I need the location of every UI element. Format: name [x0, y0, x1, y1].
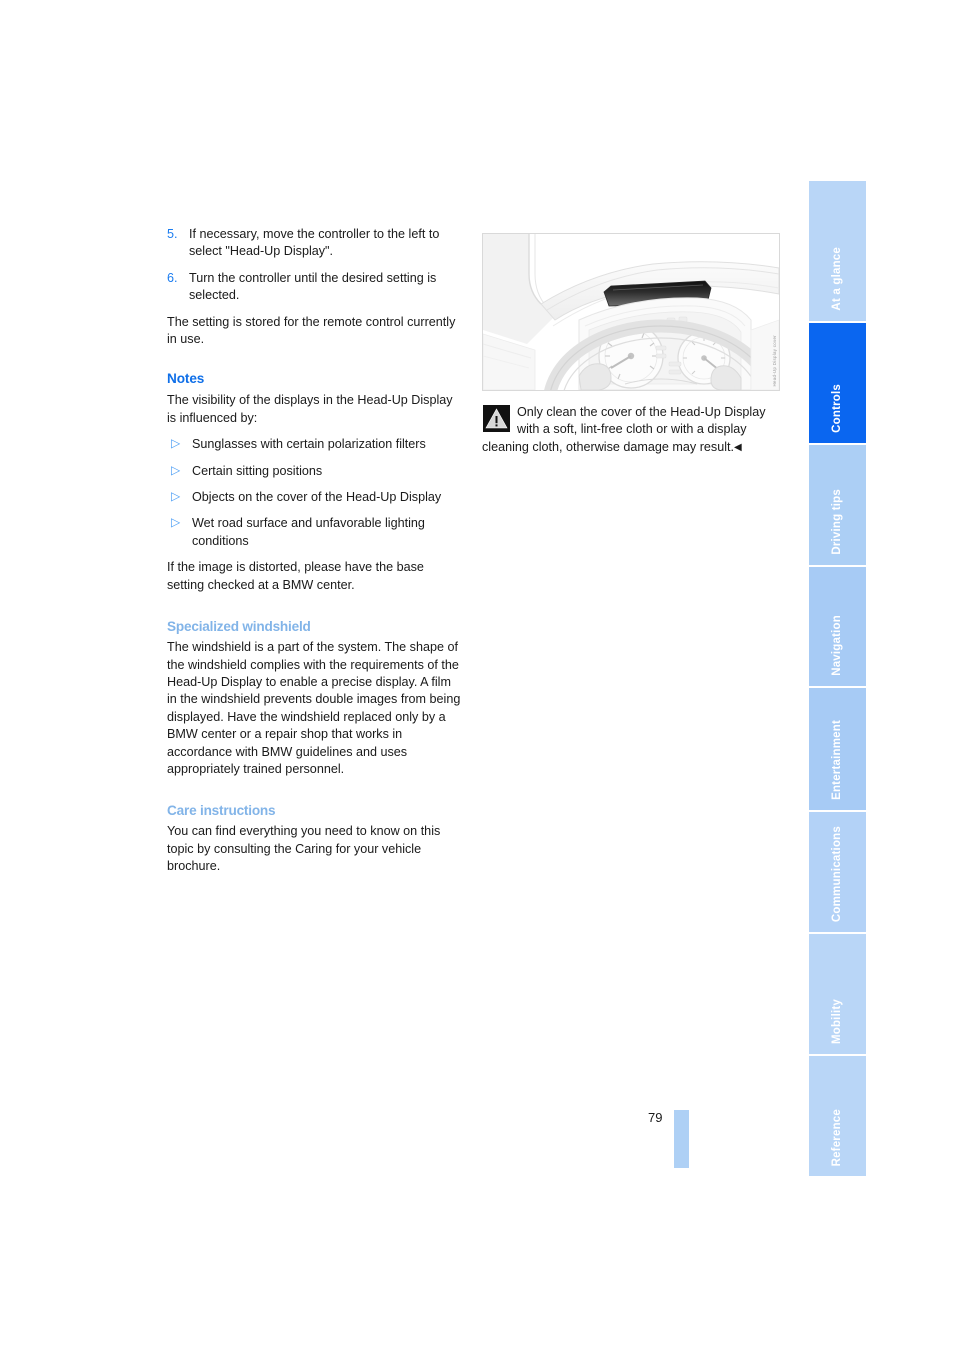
tab-communications[interactable]: Communications — [809, 812, 866, 934]
dashboard-illustration: Head-Up Display cover — [482, 233, 780, 391]
tab-label: Driving tips — [830, 489, 843, 555]
list-item: ▷ Objects on the cover of the Head-Up Di… — [167, 489, 463, 506]
list-item: ▷ Certain sitting positions — [167, 463, 463, 480]
tab-label: Communications — [830, 825, 843, 922]
tab-reference[interactable]: Reference — [809, 1056, 866, 1178]
triangle-bullet-icon: ▷ — [171, 436, 181, 451]
caution-text: Only clean the cover of the Head-Up Disp… — [482, 405, 766, 454]
tab-label: Entertainment — [830, 720, 843, 800]
tab-label: Controls — [830, 384, 843, 433]
bullet-text: Certain sitting positions — [192, 463, 323, 478]
notes-intro-paragraph: The visibility of the displays in the He… — [167, 393, 453, 425]
step-text: Turn the controller until the desired se… — [189, 270, 437, 303]
document-page: 5. If necessary, move the controller to … — [0, 0, 954, 1351]
numbered-steps-list: 5. If necessary, move the controller to … — [167, 226, 463, 305]
tab-label: Reference — [830, 1108, 843, 1166]
notes-closing-paragraph: If the image is distorted, please have t… — [167, 560, 424, 592]
left-text-column: 5. If necessary, move the controller to … — [167, 226, 463, 876]
list-item: ▷ Sunglasses with certain polarization f… — [167, 436, 463, 453]
specialized-windshield-body: The windshield is a part of the system. … — [167, 640, 461, 776]
bullet-text: Wet road surface and unfavorable lightin… — [192, 516, 425, 548]
step-number: 5. — [167, 227, 178, 241]
right-content-column: Head-Up Display cover Only clean the cov… — [482, 233, 782, 456]
page-number-bar — [674, 1110, 689, 1168]
section-tab-strip: At a glance Controls Driving tips Naviga… — [809, 181, 866, 1178]
tab-mobility[interactable]: Mobility — [809, 934, 866, 1056]
bullet-text: Objects on the cover of the Head-Up Disp… — [192, 490, 442, 505]
specialized-windshield-heading: Specialized windshield — [167, 619, 311, 635]
tab-controls[interactable]: Controls — [809, 323, 866, 445]
list-item: 6. Turn the controller until the desired… — [167, 270, 463, 305]
tab-label: Mobility — [830, 998, 843, 1044]
triangle-bullet-icon: ▷ — [171, 515, 181, 530]
warning-triangle-icon — [483, 405, 510, 432]
page-number: 79 — [648, 1110, 663, 1125]
list-item: ▷ Wet road surface and unfavorable light… — [167, 515, 463, 550]
figure-reference-code: Head-Up Display cover — [772, 334, 777, 386]
dashboard-illustration-svg — [483, 234, 779, 390]
after-steps-paragraph: The setting is stored for the remote con… — [167, 314, 456, 347]
care-instructions-heading: Care instructions — [167, 803, 276, 819]
caution-block: Only clean the cover of the Head-Up Disp… — [482, 404, 782, 456]
notes-bullet-list: ▷ Sunglasses with certain polarization f… — [167, 436, 463, 550]
step-number: 6. — [167, 270, 178, 285]
tab-at-a-glance[interactable]: At a glance — [809, 181, 866, 323]
tab-driving-tips[interactable]: Driving tips — [809, 445, 866, 567]
tab-label: At a glance — [830, 247, 843, 311]
tab-navigation[interactable]: Navigation — [809, 567, 866, 688]
tab-entertainment[interactable]: Entertainment — [809, 688, 866, 812]
list-item: 5. If necessary, move the controller to … — [167, 226, 463, 261]
triangle-bullet-icon: ▷ — [171, 462, 181, 477]
triangle-bullet-icon: ▷ — [171, 489, 181, 504]
care-instructions-body: You can find everything you need to know… — [167, 824, 441, 874]
notes-heading: Notes — [167, 371, 205, 387]
step-text: If necessary, move the controller to the… — [189, 227, 440, 259]
tab-label: Navigation — [830, 615, 843, 676]
end-of-section-marker: ◀ — [734, 441, 742, 453]
bullet-text: Sunglasses with certain polarization fil… — [192, 437, 426, 452]
